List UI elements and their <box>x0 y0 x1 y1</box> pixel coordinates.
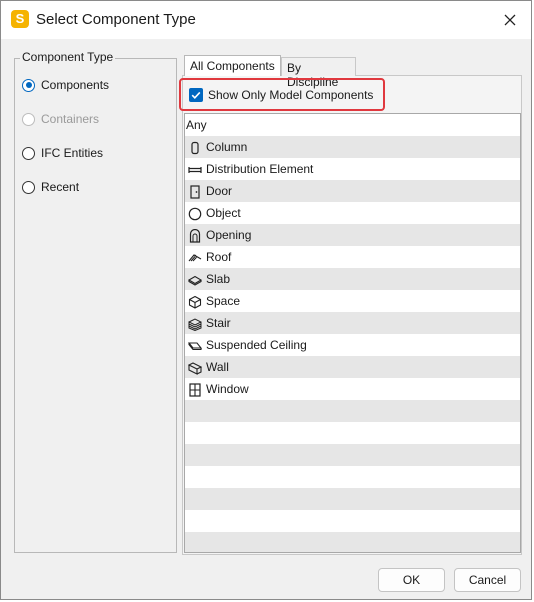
select-component-dialog: S Select Component Type Component Type C… <box>0 0 532 600</box>
list-empty-row <box>185 532 520 552</box>
list-item-roof[interactable]: Roof <box>185 246 520 268</box>
radio-ifc-entities-indicator[interactable] <box>22 146 35 160</box>
list-item-distribution-element[interactable]: Distribution Element <box>185 158 520 180</box>
list-item-label: Column <box>206 140 248 154</box>
list-item-label: Space <box>206 294 241 308</box>
radio-recent-label: Recent <box>41 180 80 194</box>
tab-by-discipline[interactable]: By Discipline <box>281 57 356 89</box>
list-item-suspended-ceiling[interactable]: Suspended Ceiling <box>185 334 520 356</box>
component-list[interactable]: Any Column Distribution Element Door Obj… <box>184 113 521 553</box>
app-icon: S <box>11 10 29 28</box>
list-item-object[interactable]: Object <box>185 202 520 224</box>
radio-components-indicator[interactable] <box>22 78 35 92</box>
slab-icon <box>187 272 203 286</box>
list-item-slab[interactable]: Slab <box>185 268 520 290</box>
component-type-legend: Component Type <box>20 50 116 64</box>
list-item-label: Any <box>186 118 207 132</box>
window-title: Select Component Type <box>36 11 196 28</box>
cancel-button[interactable]: Cancel <box>454 568 521 592</box>
window-icon <box>188 382 202 397</box>
tab-all-components[interactable]: All Components <box>184 55 281 76</box>
list-item-label: Door <box>206 184 233 198</box>
list-item-column[interactable]: Column <box>185 136 520 158</box>
space-icon <box>188 294 202 309</box>
title-bar: S Select Component Type <box>1 1 531 39</box>
list-item-wall[interactable]: Wall <box>185 356 520 378</box>
radio-ifc-entities-label: IFC Entities <box>41 146 104 160</box>
object-icon <box>188 206 202 221</box>
ok-button[interactable]: OK <box>378 568 445 592</box>
wall-icon <box>187 360 203 375</box>
radio-containers-label: Containers <box>41 112 100 126</box>
show-only-model-checkbox[interactable] <box>189 88 203 102</box>
roof-icon <box>188 250 202 264</box>
list-empty-row <box>185 400 520 422</box>
list-item-label: Opening <box>206 228 252 242</box>
list-item-label: Object <box>206 206 241 220</box>
list-empty-row <box>185 444 520 466</box>
suspended-ceiling-icon <box>187 338 203 352</box>
component-type-group <box>14 58 177 553</box>
close-icon[interactable] <box>499 9 521 31</box>
column-icon <box>188 140 202 155</box>
radio-recent[interactable]: Recent <box>22 178 79 196</box>
list-item-label: Wall <box>206 360 229 374</box>
radio-containers: Containers <box>22 110 99 128</box>
list-item-stair[interactable]: Stair <box>185 312 520 334</box>
list-item-label: Slab <box>206 272 231 286</box>
list-empty-row <box>185 488 520 510</box>
stair-icon <box>187 316 203 332</box>
radio-components[interactable]: Components <box>22 76 109 94</box>
list-item-label: Roof <box>206 250 232 264</box>
list-item-door[interactable]: Door <box>185 180 520 202</box>
list-item-space[interactable]: Space <box>185 290 520 312</box>
list-item-label: Distribution Element <box>206 162 314 176</box>
list-item-label: Suspended Ceiling <box>206 338 307 352</box>
list-item-any[interactable]: Any <box>185 114 520 136</box>
radio-recent-indicator[interactable] <box>22 180 35 194</box>
list-item-label: Stair <box>206 316 231 330</box>
list-empty-row <box>185 422 520 444</box>
radio-containers-indicator <box>22 112 35 126</box>
show-only-model-label[interactable]: Show Only Model Components <box>208 88 373 102</box>
list-empty-row <box>185 510 520 532</box>
radio-ifc-entities[interactable]: IFC Entities <box>22 144 103 162</box>
list-empty-row <box>185 466 520 488</box>
radio-components-label: Components <box>41 78 110 92</box>
distribution-element-icon <box>188 162 202 176</box>
list-item-label: Window <box>206 382 249 396</box>
checkmark-icon <box>191 91 201 99</box>
door-icon <box>188 184 202 199</box>
list-item-window[interactable]: Window <box>185 378 520 400</box>
opening-icon <box>188 228 202 243</box>
list-item-opening[interactable]: Opening <box>185 224 520 246</box>
